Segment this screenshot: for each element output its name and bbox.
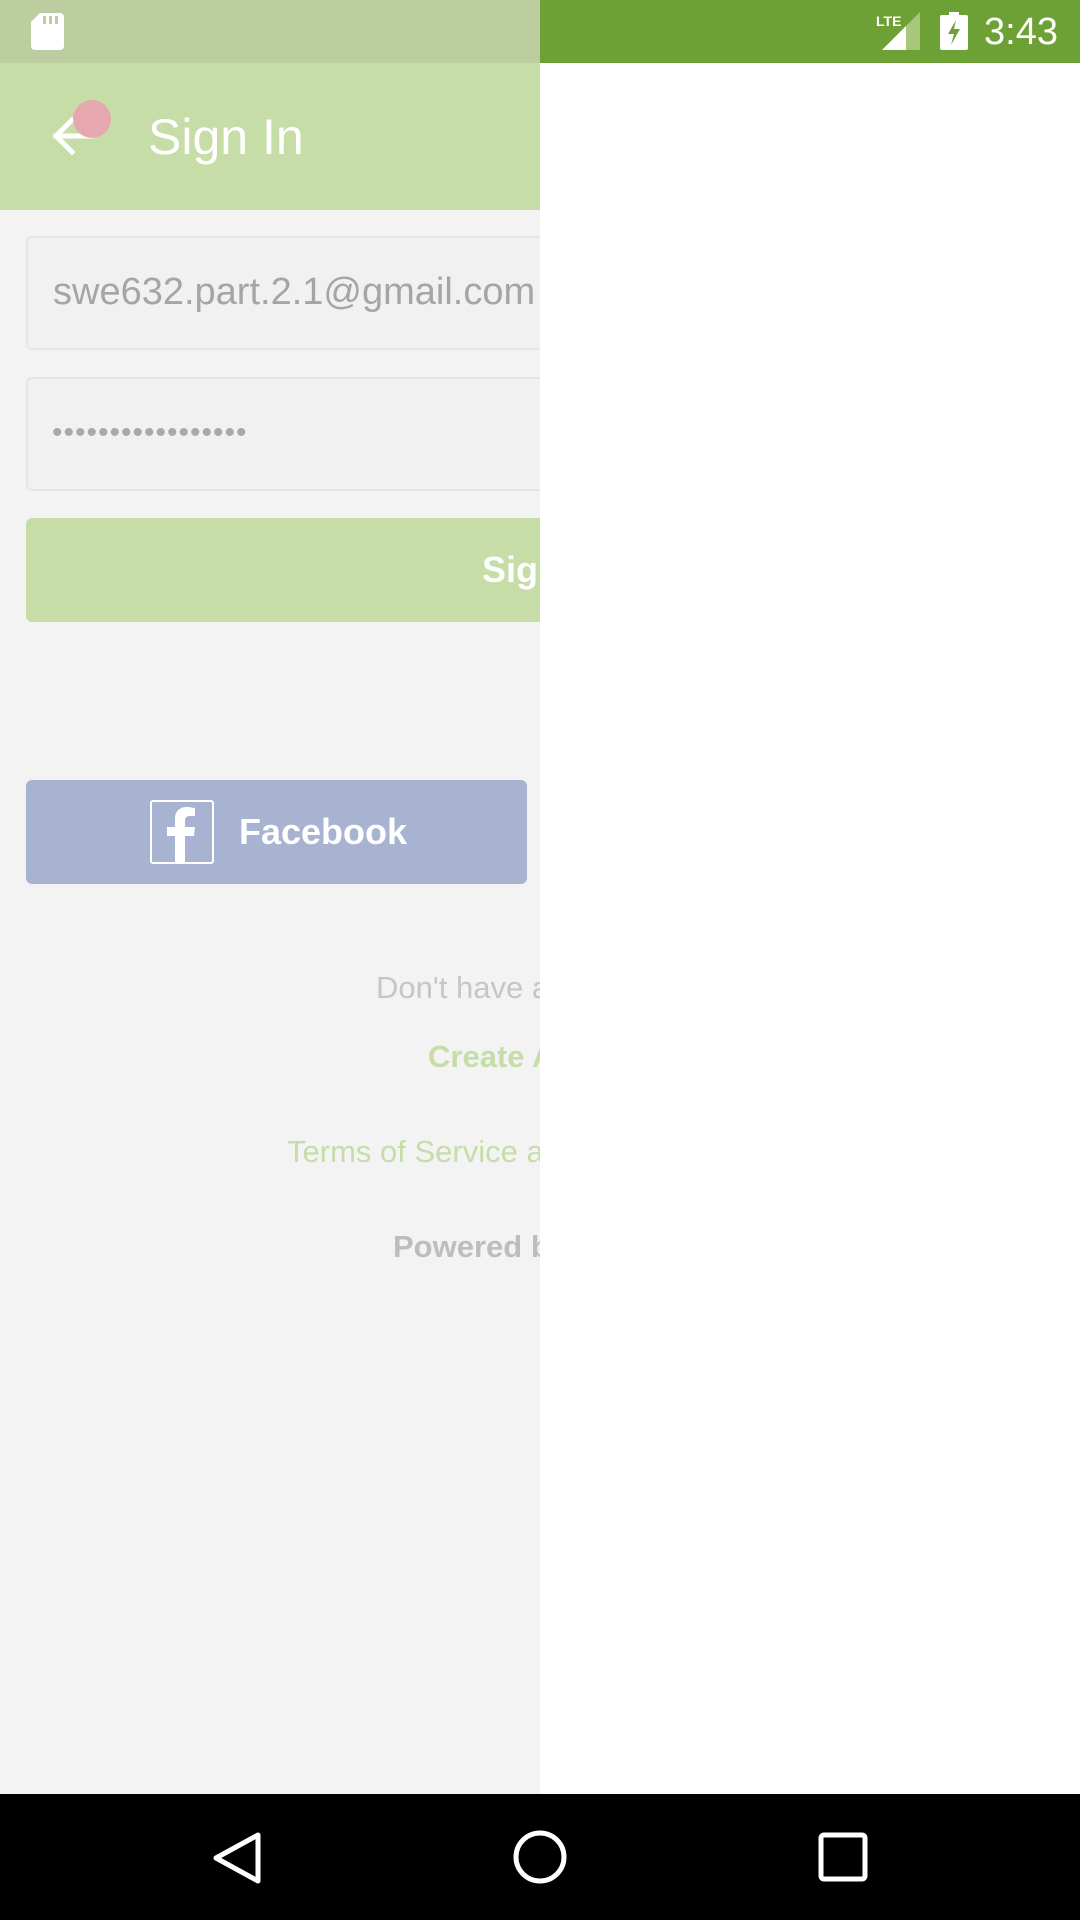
powered-by-text: Powered b <box>393 1229 540 1264</box>
no-account-text: Don't have a <box>376 970 540 1005</box>
screen: LTE 3:43 Sign In swe632.part.2.1@gmail.c… <box>0 0 1080 1920</box>
sign-in-button[interactable]: Sig <box>26 518 540 622</box>
status-bar: LTE 3:43 <box>540 0 1080 63</box>
email-value: swe632.part.2.1@gmail.com <box>53 271 536 313</box>
email-field[interactable]: swe632.part.2.1@gmail.com <box>26 236 540 350</box>
status-bar-dimmed <box>0 0 540 63</box>
terms-of-service-link[interactable]: Terms of Service a <box>287 1132 540 1172</box>
page-title: Sign In <box>148 109 304 165</box>
create-account-link[interactable]: Create A <box>428 1037 540 1077</box>
toolbar: Sign In <box>0 63 540 210</box>
sign-in-screen-dimmed: Sign In swe632.part.2.1@gmail.com ••••••… <box>0 63 540 1794</box>
lte-signal-icon: LTE <box>876 12 920 50</box>
status-clock: 3:43 <box>984 11 1058 53</box>
navigation-bar <box>0 1794 1080 1920</box>
home-icon[interactable] <box>512 1829 568 1885</box>
svg-text:LTE: LTE <box>876 13 901 29</box>
recents-icon[interactable] <box>816 1830 870 1884</box>
touch-indicator <box>73 100 111 138</box>
battery-charging-icon <box>940 12 968 50</box>
sign-in-button-label: Sig <box>482 549 539 590</box>
password-mask: ••••••••••••••••• <box>52 416 248 449</box>
sd-card-icon <box>31 13 64 50</box>
facebook-login-button[interactable]: Facebook <box>26 780 527 884</box>
facebook-icon <box>150 800 214 864</box>
password-field[interactable]: ••••••••••••••••• <box>26 377 540 491</box>
facebook-button-label: Facebook <box>239 811 408 852</box>
back-icon[interactable] <box>210 1831 264 1885</box>
